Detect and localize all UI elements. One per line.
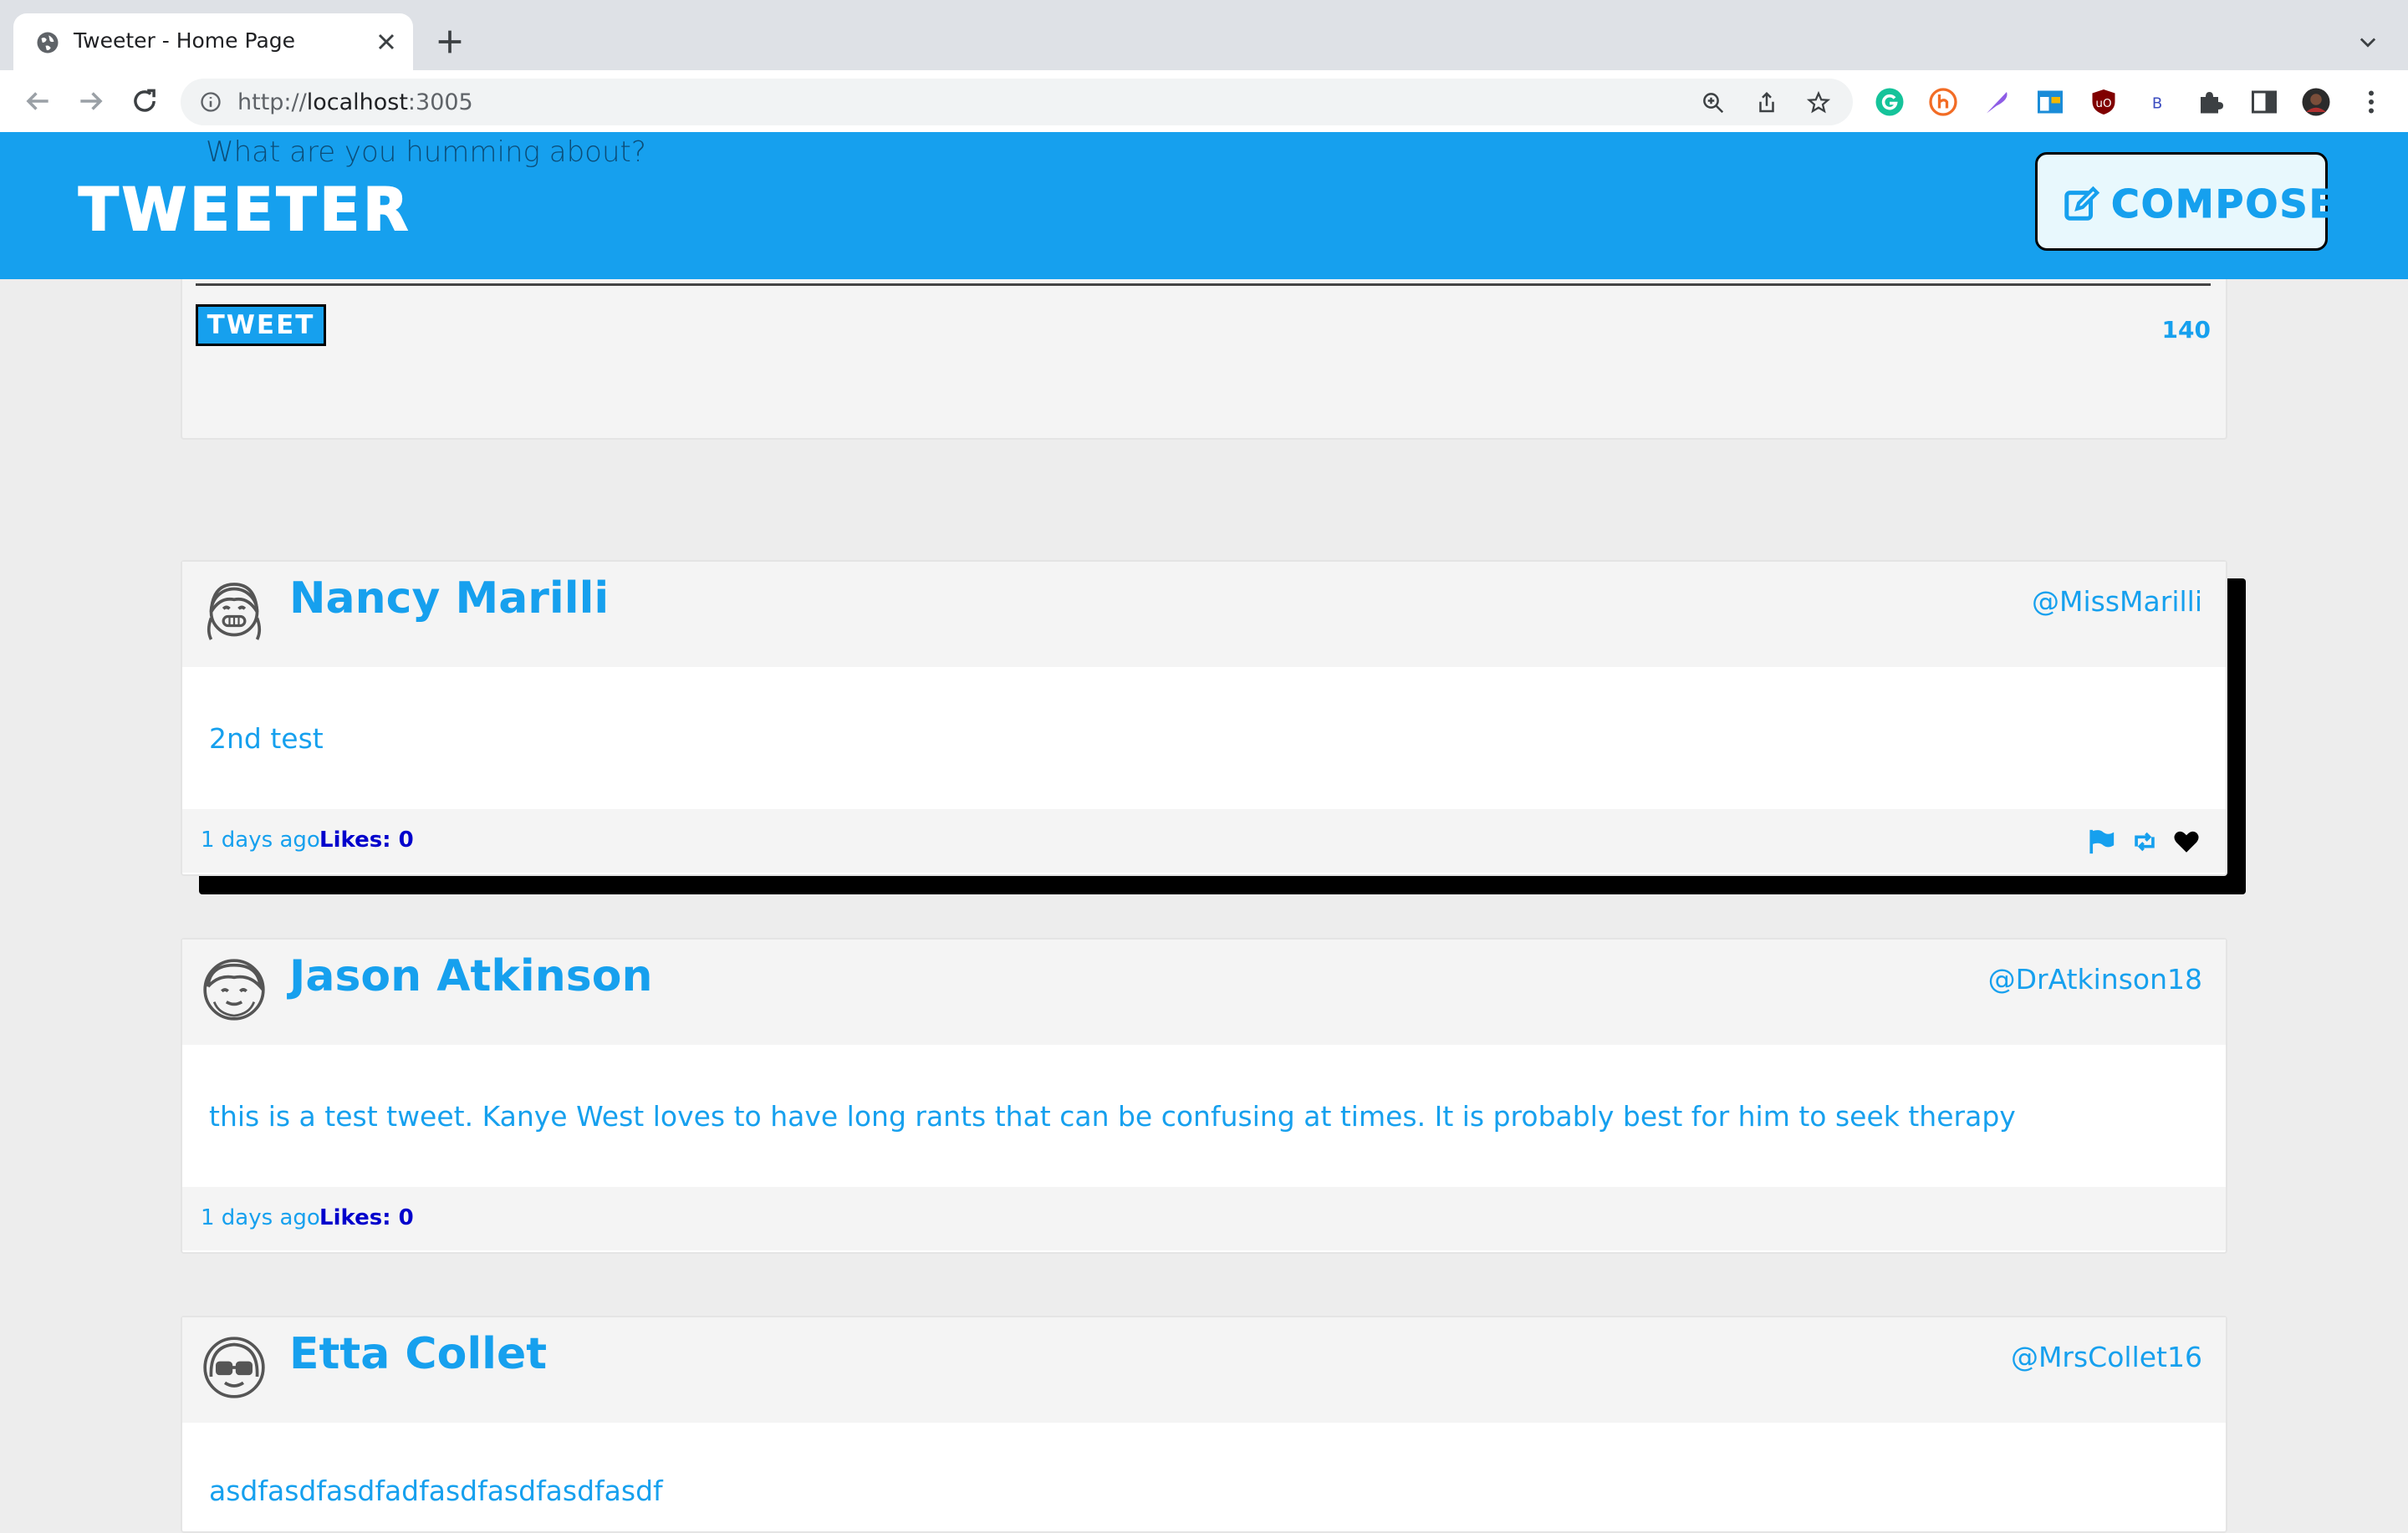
tweet-author-handle: @MissMarilli [2032,585,2202,618]
browser-toolbar: http://localhost:3005 uO B [0,70,2408,133]
tweet-text: 2nd test [209,722,324,755]
puzzle-icon[interactable] [2196,87,2226,117]
forward-icon[interactable] [75,85,107,117]
tweet-author-handle: @DrAtkinson18 [1987,963,2202,996]
tab-title: Tweeter - Home Page [74,28,296,53]
chevron-down-icon[interactable] [2354,30,2381,53]
svg-text:uO: uO [2095,97,2111,110]
character-counter: 140 [2161,316,2211,344]
edit-icon [2064,186,2100,221]
tweet-submit-button[interactable]: TWEET [196,304,326,346]
compose-button[interactable]: COMPOSE [2035,152,2336,251]
close-icon[interactable] [373,28,400,55]
tweet-card: Etta Collet @MrsCollet16 asdfasdfasdfadf… [181,1316,2227,1533]
tweet-card: Jason Atkinson @DrAtkinson18 this is a t… [181,938,2227,1254]
back-icon[interactable] [22,85,54,117]
tweet-header: Etta Collet @MrsCollet16 [182,1317,2226,1423]
tweet-header: Nancy Marilli @MissMarilli [182,562,2226,667]
tweet-author-handle: @MrsCollet16 [2010,1341,2202,1373]
compose-label: COMPOSE [2110,181,2338,227]
profile-avatar[interactable] [2301,87,2331,117]
new-tab-icon[interactable] [433,25,467,59]
tweet-author-name: Etta Collet [289,1329,548,1379]
browser-tabstrip: Tweeter - Home Page [0,0,2408,70]
more-menu-icon[interactable] [2356,87,2386,117]
tweet-text: this is a test tweet. Kanye West loves t… [209,1100,2016,1133]
address-bar[interactable]: http://localhost:3005 [181,79,1853,125]
tweet-text: asdfasdfasdfadfasdfasdfasdfasdf [209,1474,663,1507]
retweet-icon[interactable] [2129,828,2161,856]
site-logo: TWEETER [78,175,412,245]
tweet-author-name: Nancy Marilli [289,573,610,624]
tweet-timestamp: 1 days ago [201,828,320,853]
tweet-header: Jason Atkinson @DrAtkinson18 [182,940,2226,1045]
tweet-actions [2079,828,2202,858]
star-icon[interactable] [1806,90,1831,115]
quill-icon[interactable] [1982,87,2012,117]
tweet-likes-count: Likes: 0 [319,828,414,853]
b-extension-icon[interactable]: B [2142,87,2172,117]
side-panel-icon[interactable] [2249,87,2279,117]
heart-icon[interactable] [2171,828,2202,856]
page-header: What are you humming about? TWEETER COMP… [0,132,2408,279]
avatar-icon [203,959,265,1021]
tweet-timestamp: 1 days ago [201,1205,320,1230]
tweet-card: Nancy Marilli @MissMarilli 2nd test 1 da… [181,560,2227,876]
ublock-icon[interactable]: uO [2089,87,2119,117]
tweet-author-name: Jason Atkinson [289,951,653,1001]
globe-icon [37,32,59,53]
tweet-likes-count: Likes: 0 [319,1205,414,1230]
reload-icon[interactable] [129,85,161,117]
tweet-footer: 1 days ago Likes: 0 [182,809,2226,873]
window-icon[interactable] [2035,87,2065,117]
grammarly-icon[interactable] [1875,87,1905,117]
flag-icon[interactable] [2086,828,2118,856]
honey-icon[interactable] [1928,87,1958,117]
zoom-icon[interactable] [1701,90,1726,115]
avatar-icon [207,583,262,640]
url-text[interactable]: http://localhost:3005 [237,89,473,115]
browser-tab[interactable]: Tweeter - Home Page [13,13,413,70]
share-icon[interactable] [1754,90,1779,115]
tweet-footer: 1 days ago Likes: 0 [182,1187,2226,1250]
avatar-icon [203,1337,265,1398]
info-icon[interactable] [199,90,222,114]
svg-text:B: B [2152,95,2162,113]
compose-hint-text: What are you humming about? [206,135,646,169]
